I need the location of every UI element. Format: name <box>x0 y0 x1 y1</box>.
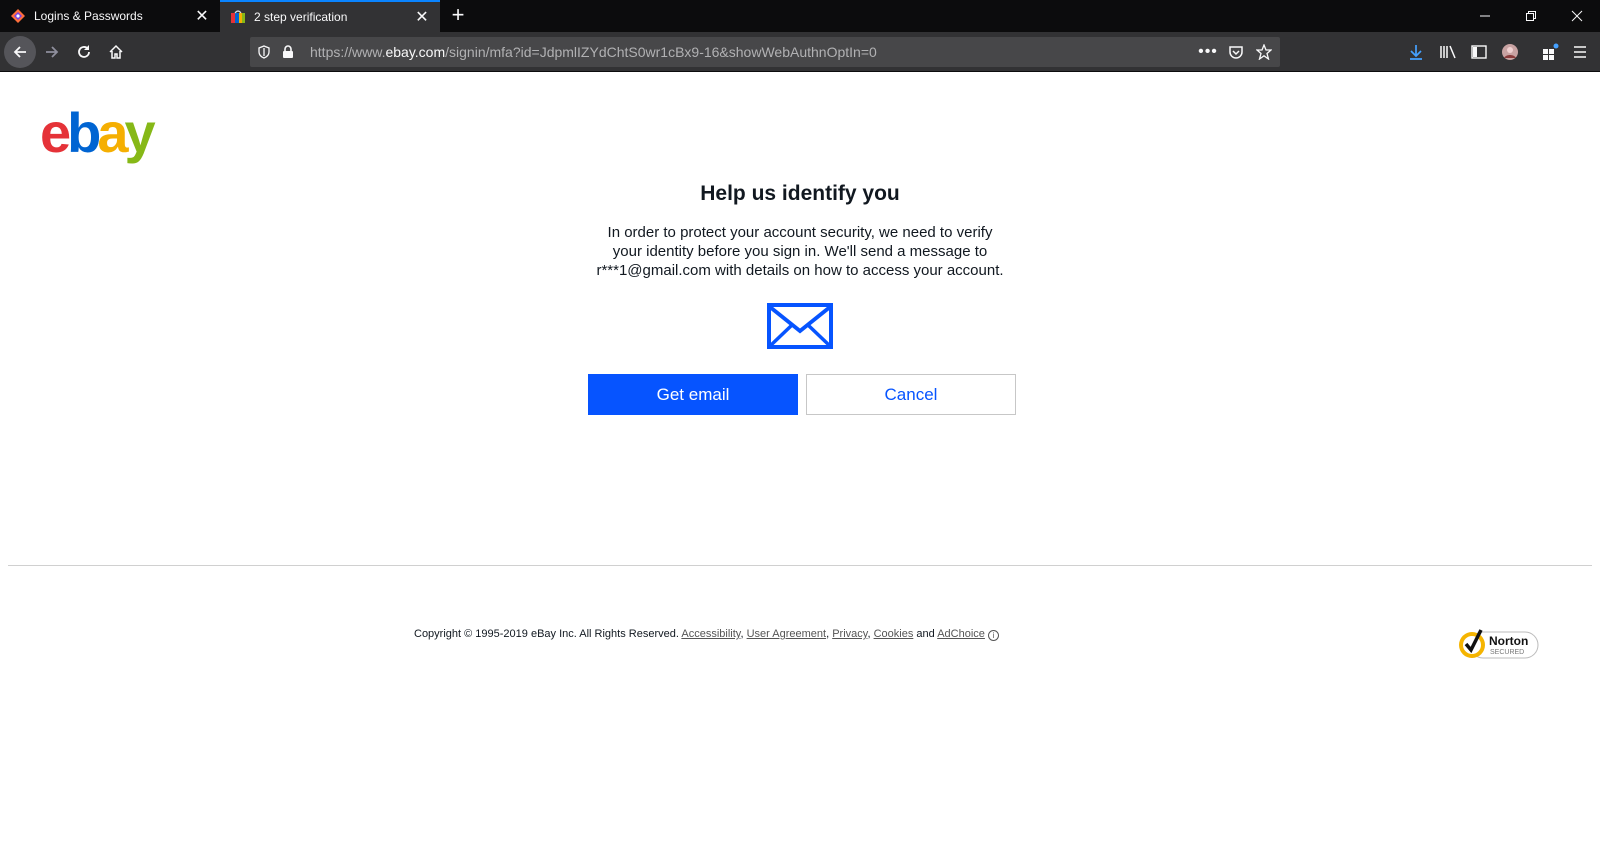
new-tab-button[interactable]: + <box>446 4 470 28</box>
reload-button[interactable] <box>68 36 100 68</box>
forward-button[interactable] <box>36 36 68 68</box>
user-agreement-link[interactable]: User Agreement <box>747 628 826 640</box>
verification-description: In order to protect your account securit… <box>596 224 1004 279</box>
tab-title: 2 step verification <box>254 10 348 24</box>
back-arrow-icon <box>13 46 26 58</box>
copyright-text: Copyright © 1995-2019 eBay Inc. All Righ… <box>414 628 679 640</box>
close-window-icon[interactable] <box>1554 0 1600 32</box>
reload-icon <box>78 45 90 58</box>
tab-bar: Logins & Passwords ✕ 2 step verification… <box>0 0 1600 32</box>
cookies-link[interactable]: Cookies <box>874 628 914 640</box>
adchoice-info-icon[interactable]: i <box>987 630 999 641</box>
tracking-protection-shield-icon[interactable] <box>254 42 274 62</box>
footer-divider <box>8 565 1592 566</box>
bookmark-star-icon[interactable] <box>1254 42 1274 62</box>
hamburger-menu-icon[interactable] <box>1568 40 1592 64</box>
minimize-icon[interactable] <box>1462 0 1508 32</box>
account-avatar-icon[interactable] <box>1498 40 1522 64</box>
extensions-icon[interactable] <box>1538 40 1562 64</box>
verification-panel: Help us identify you In order to protect… <box>584 180 1016 349</box>
forward-arrow-icon <box>46 46 59 58</box>
sidebar-icon[interactable] <box>1467 40 1491 64</box>
norton-secured-badge[interactable]: Norton SECURED <box>1458 626 1540 662</box>
footer: Copyright © 1995-2019 eBay Inc. All Righ… <box>414 628 999 641</box>
library-icon[interactable] <box>1436 40 1460 64</box>
page-actions-menu-icon[interactable]: ••• <box>1198 42 1218 62</box>
tab-2-step-verification[interactable]: 2 step verification ✕ <box>220 0 440 32</box>
back-button[interactable] <box>4 36 36 68</box>
secured-label: SECURED <box>1490 649 1524 656</box>
cancel-button[interactable]: Cancel <box>806 374 1016 415</box>
and-text: and <box>916 628 935 640</box>
restore-icon[interactable] <box>1508 0 1554 32</box>
home-icon <box>109 44 123 59</box>
envelope-icon <box>767 303 833 349</box>
lock-icon[interactable] <box>278 42 298 62</box>
norton-label: Norton <box>1489 634 1528 648</box>
downloads-icon[interactable] <box>1404 40 1428 64</box>
page-title: Help us identify you <box>700 182 900 205</box>
url-bar[interactable]: https://www.ebay.com/signin/mfa?id=Jdpml… <box>250 37 1280 67</box>
pocket-icon[interactable] <box>1226 42 1246 62</box>
privacy-link[interactable]: Privacy <box>832 628 867 640</box>
accessibility-link[interactable]: Accessibility <box>681 628 740 640</box>
lockwise-icon <box>10 8 26 24</box>
close-tab-icon[interactable]: ✕ <box>190 4 214 28</box>
ebay-favicon-icon <box>230 9 246 25</box>
get-email-button[interactable]: Get email <box>588 374 798 415</box>
adchoice-link[interactable]: AdChoice <box>937 628 985 640</box>
tab-title: Logins & Passwords <box>34 9 143 23</box>
url-text[interactable]: https://www.ebay.com/signin/mfa?id=Jdpml… <box>310 37 877 67</box>
tab-logins-passwords[interactable]: Logins & Passwords ✕ <box>0 0 220 32</box>
close-tab-icon[interactable]: ✕ <box>410 5 434 29</box>
home-button[interactable] <box>100 36 132 68</box>
nav-bar: https://www.ebay.com/signin/mfa?id=Jdpml… <box>0 32 1600 72</box>
ebay-logo[interactable]: ebay <box>40 100 156 165</box>
